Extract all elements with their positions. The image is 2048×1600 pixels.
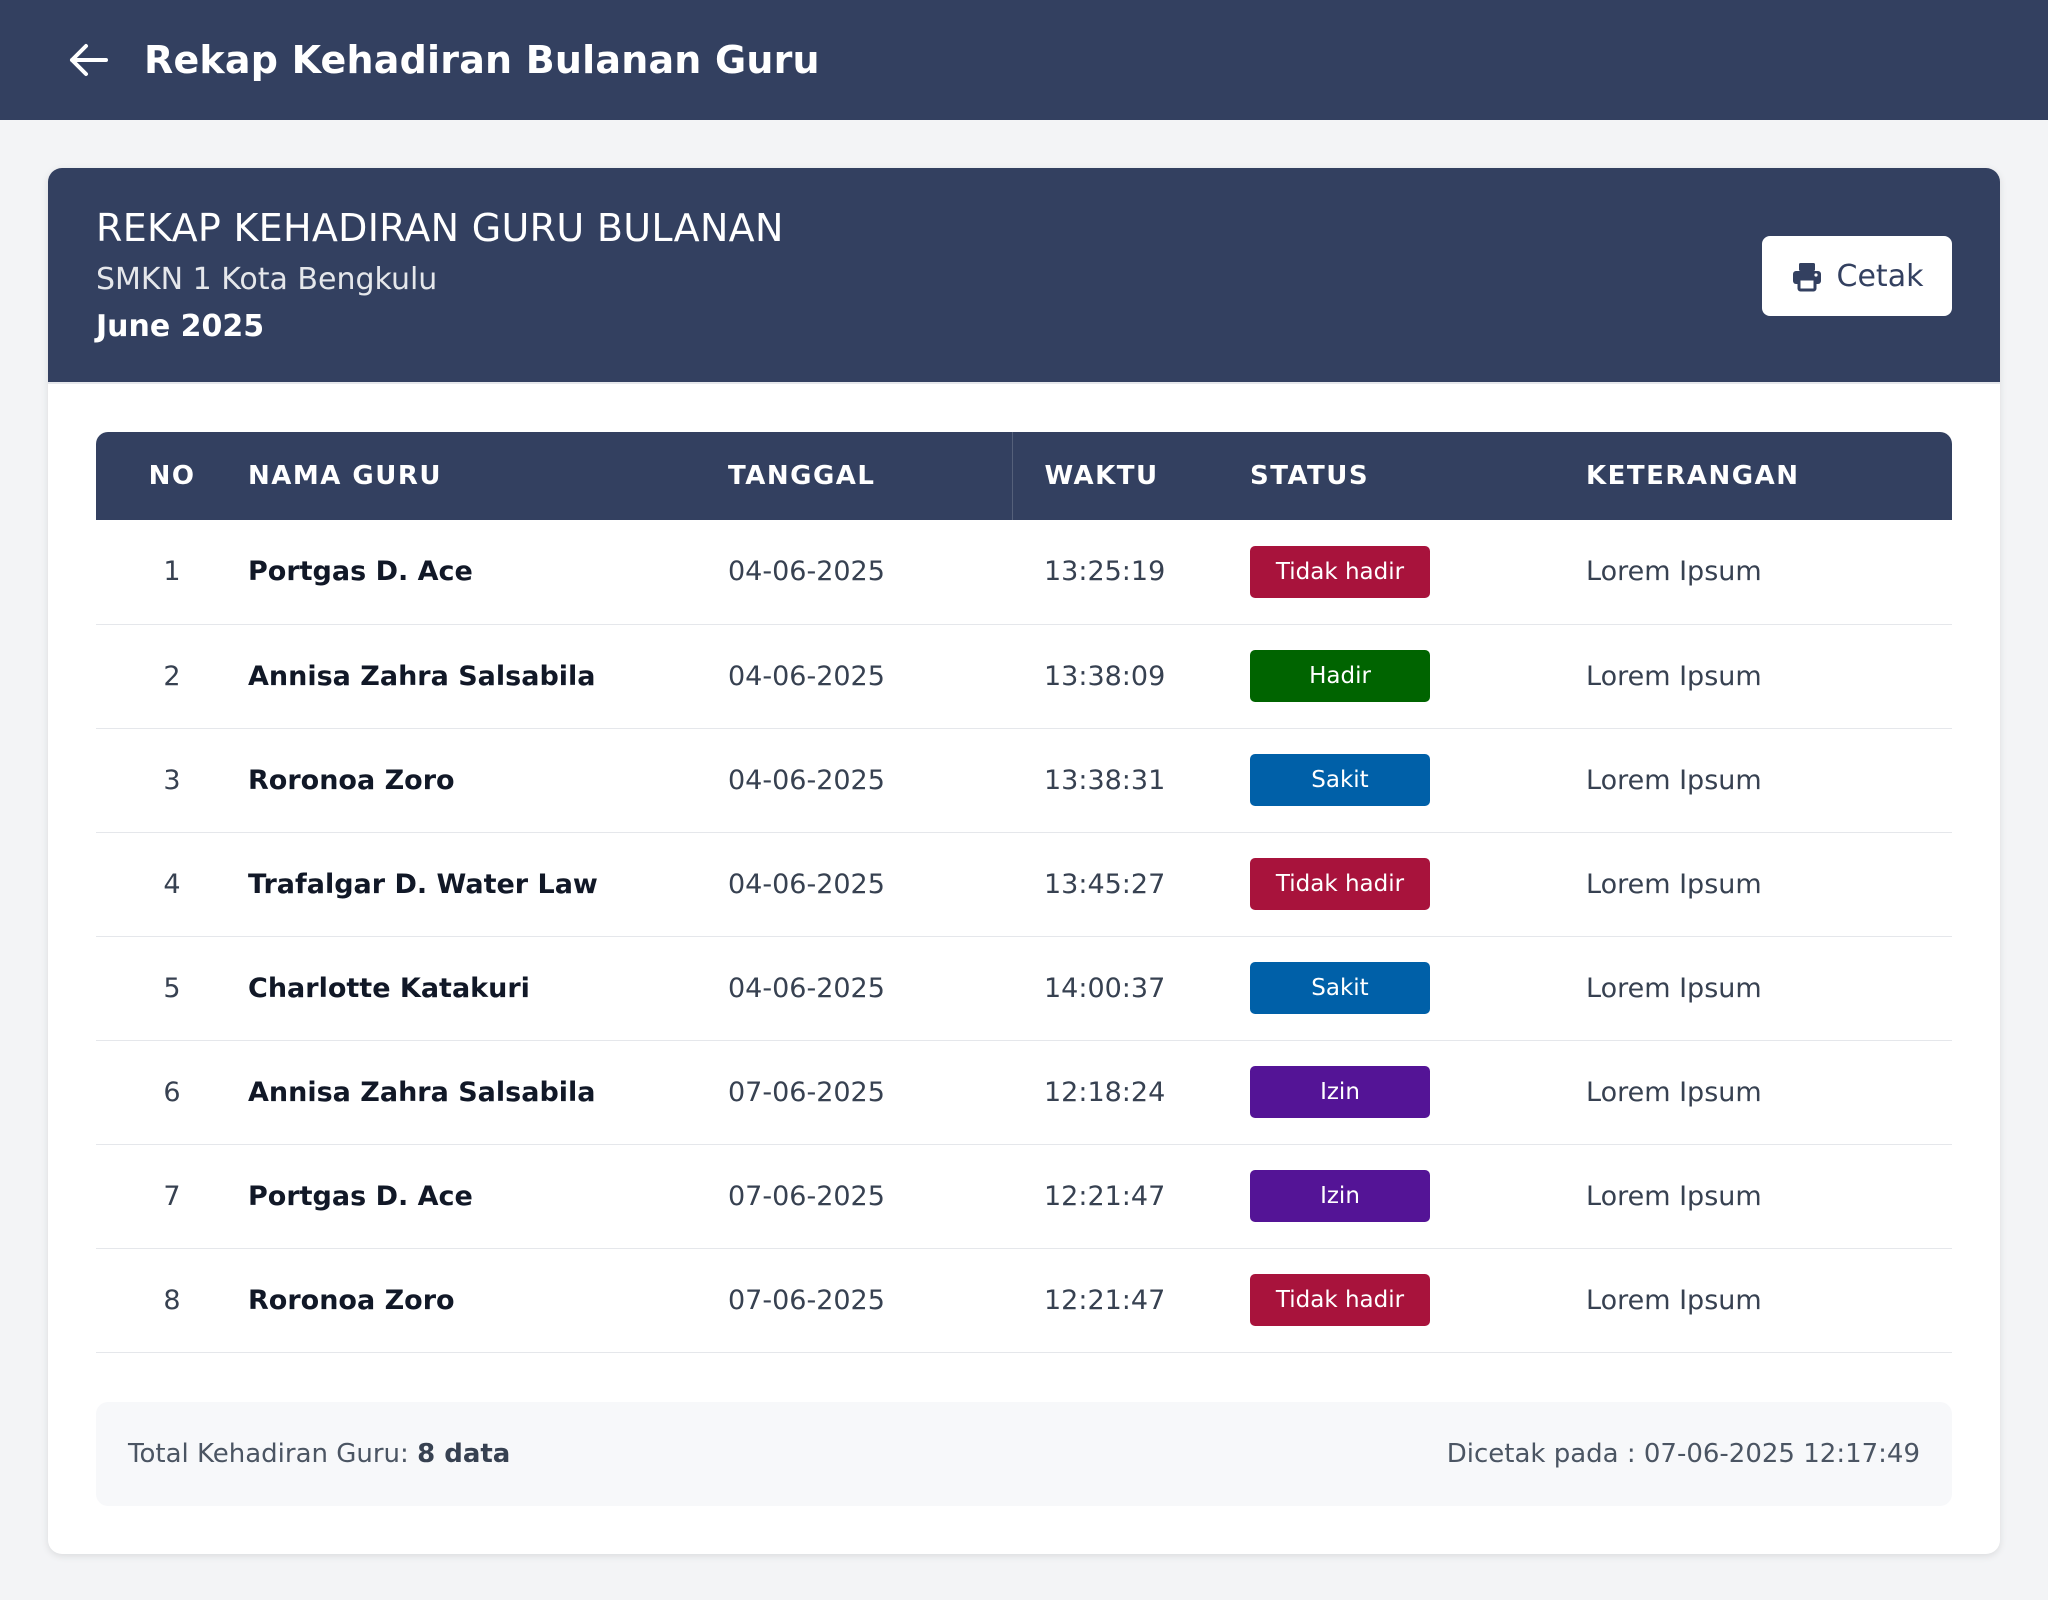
cell-status: Tidak hadir [1250, 832, 1586, 937]
status-badge: Izin [1250, 1170, 1430, 1222]
page-title: Rekap Kehadiran Bulanan Guru [144, 38, 820, 82]
print-button[interactable]: Cetak [1762, 236, 1952, 316]
cell-date: 07-06-2025 [728, 1040, 1012, 1145]
cell-time: 12:21:47 [1012, 1144, 1250, 1249]
table-row: 8 Roronoa Zoro 07-06-2025 12:21:47 Tidak had… [96, 1248, 1952, 1353]
cell-time: 13:38:09 [1012, 624, 1250, 729]
cell-time: 13:38:31 [1012, 728, 1250, 833]
total-value: 8 data [417, 1439, 511, 1469]
column-header-time: WAKTU [1044, 461, 1159, 491]
status-badge: Tidak hadir [1250, 858, 1430, 910]
cell-status: Izin [1250, 1144, 1586, 1249]
total-summary: Total Kehadiran Guru: 8 data [128, 1439, 510, 1469]
table-header-row: NO NAMA GURU TANGGAL WAKTU STATUS KETERA… [96, 432, 1952, 520]
column-header-no: NO [148, 461, 196, 491]
status-badge: Izin [1250, 1066, 1430, 1118]
status-badge: Sakit [1250, 962, 1430, 1014]
cell-no: 1 [96, 520, 248, 625]
cell-status: Hadir [1250, 624, 1586, 729]
back-arrow-icon[interactable] [64, 36, 112, 84]
column-header-date: TANGGAL [728, 432, 1013, 520]
school-name: SMKN 1 Kota Bengkulu [96, 262, 438, 297]
cell-note: Lorem Ipsum [1586, 1144, 1952, 1249]
column-header-status: STATUS [1250, 461, 1370, 491]
printer-icon [1791, 260, 1823, 292]
cell-note: Lorem Ipsum [1586, 728, 1952, 833]
cell-time: 14:00:37 [1012, 936, 1250, 1041]
cell-no: 5 [96, 936, 248, 1041]
table-row: 6 Annisa Zahra Salsabila 07-06-2025 12:18:2… [96, 1040, 1952, 1145]
report-period: June 2025 [96, 309, 265, 344]
cell-status: Sakit [1250, 728, 1586, 833]
total-label: Total Kehadiran Guru: [128, 1439, 418, 1469]
report-title: REKAP KEHADIRAN GURU BULANAN [96, 206, 784, 250]
cell-note: Lorem Ipsum [1586, 1040, 1952, 1145]
table-row: 7 Portgas D. Ace 07-06-2025 12:21:47 Izin Lor… [96, 1144, 1952, 1249]
cell-date: 04-06-2025 [728, 624, 1012, 729]
cell-date: 07-06-2025 [728, 1144, 1012, 1249]
cell-no: 4 [96, 832, 248, 937]
cell-note: Lorem Ipsum [1586, 624, 1952, 729]
attendance-table: NO NAMA GURU TANGGAL WAKTU STATUS KETERA… [96, 432, 1952, 1353]
cell-no: 8 [96, 1248, 248, 1353]
table-row: 2 Annisa Zahra Salsabila 04-06-2025 13:38:0… [96, 624, 1952, 729]
cell-no: 6 [96, 1040, 248, 1145]
table-row: 3 Roronoa Zoro 04-06-2025 13:38:31 Sakit Lore… [96, 728, 1952, 833]
cell-no: 7 [96, 1144, 248, 1249]
cell-time: 13:45:27 [1012, 832, 1250, 937]
report-footer: Total Kehadiran Guru: 8 data Dicetak pad… [96, 1402, 1952, 1506]
cell-note: Lorem Ipsum [1586, 520, 1952, 625]
status-badge: Hadir [1250, 650, 1430, 702]
status-badge: Sakit [1250, 754, 1430, 806]
column-header-name: NAMA GURU [248, 461, 443, 491]
table-row: 1 Portgas D. Ace 04-06-2025 13:25:19 Tidak h… [96, 520, 1952, 625]
cell-date: 07-06-2025 [728, 1248, 1012, 1353]
cell-note: Lorem Ipsum [1586, 936, 1952, 1041]
cell-teacher-name: Annisa Zahra Salsabila [248, 1040, 728, 1145]
cell-date: 04-06-2025 [728, 936, 1012, 1041]
status-badge: Tidak hadir [1250, 1274, 1430, 1326]
cell-no: 2 [96, 624, 248, 729]
cell-status: Sakit [1250, 936, 1586, 1041]
cell-teacher-name: Roronoa Zoro [248, 1248, 728, 1353]
cell-status: Izin [1250, 1040, 1586, 1145]
report-card: REKAP KEHADIRAN GURU BULANAN SMKN 1 Kota… [48, 168, 2000, 1554]
cell-date: 04-06-2025 [728, 520, 1012, 625]
column-header-note: KETERANGAN [1586, 461, 1800, 491]
cell-note: Lorem Ipsum [1586, 832, 1952, 937]
cell-note: Lorem Ipsum [1586, 1248, 1952, 1353]
status-badge: Tidak hadir [1250, 545, 1430, 598]
table-row: 4 Trafalgar D. Water Law 04-06-2025 13:45:2… [96, 832, 1952, 937]
cell-status: Tidak hadir [1250, 1248, 1586, 1353]
cell-date: 04-06-2025 [728, 832, 1012, 937]
cell-teacher-name: Portgas D. Ace [248, 520, 728, 625]
cell-time: 12:18:24 [1012, 1040, 1250, 1145]
cell-date: 04-06-2025 [728, 728, 1012, 833]
app-bar: Rekap Kehadiran Bulanan Guru [0, 0, 2048, 120]
cell-teacher-name: Roronoa Zoro [248, 728, 728, 833]
cell-teacher-name: Portgas D. Ace [248, 1144, 728, 1249]
cell-status: Tidak hadir [1250, 520, 1586, 625]
cell-teacher-name: Charlotte Katakuri [248, 936, 728, 1041]
cell-teacher-name: Trafalgar D. Water Law [248, 832, 728, 937]
print-label: Cetak [1836, 258, 1924, 294]
table-row: 5 Charlotte Katakuri 04-06-2025 14:00:37 Sak… [96, 936, 1952, 1041]
cell-no: 3 [96, 728, 248, 833]
cell-time: 12:21:47 [1012, 1248, 1250, 1353]
cell-teacher-name: Annisa Zahra Salsabila [248, 624, 728, 729]
cell-time: 13:25:19 [1012, 520, 1250, 625]
report-header: REKAP KEHADIRAN GURU BULANAN SMKN 1 Kota… [48, 168, 2000, 384]
printed-at: Dicetak pada : 07-06-2025 12:17:49 [1446, 1439, 1920, 1469]
